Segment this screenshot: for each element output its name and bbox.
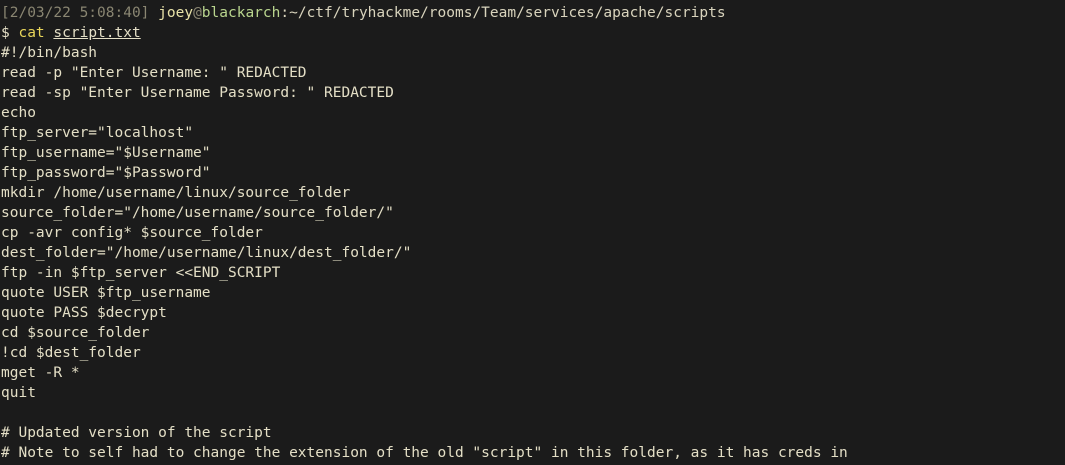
prompt-timestamp: [2/03/22 5:08:40]	[1, 5, 150, 21]
prompt-line: [2/03/22 5:08:40] joey@blackarch:~/ctf/t…	[0, 3, 1065, 23]
output-line: !cd $dest_folder	[1, 345, 141, 361]
output-line: ftp -in $ftp_server <<END_SCRIPT	[1, 265, 281, 281]
output-line: # Updated version of the script	[1, 425, 272, 441]
output-line: echo	[1, 105, 36, 121]
output-line: cd $source_folder	[1, 325, 150, 341]
output-line: dest_folder="/home/username/linux/dest_f…	[1, 245, 412, 261]
output-line: read -p "Enter Username: " REDACTED	[1, 65, 307, 81]
command-line: $ cat script.txt	[0, 23, 1065, 43]
output-line: source_folder="/home/username/source_fol…	[1, 205, 394, 221]
prompt-path: :~/ctf/tryhackme/rooms/Team/services/apa…	[280, 5, 726, 21]
prompt-at: @	[193, 5, 202, 21]
output-line: read -sp "Enter Username Password: " RED…	[1, 85, 394, 101]
output-line: cp -avr config* $source_folder	[1, 225, 263, 241]
output-line: #!/bin/bash	[1, 45, 98, 61]
output-block: #!/bin/bash read -p "Enter Username: " R…	[0, 43, 1065, 463]
output-line: mkdir /home/username/linux/source_folder	[1, 185, 351, 201]
prompt-host: blackarch	[201, 5, 281, 21]
output-line: quote USER $ftp_username	[1, 285, 211, 301]
output-line: # Note to self had to change the extensi…	[1, 445, 848, 461]
output-line: ftp_server="localhost"	[1, 125, 194, 141]
command-argument: script.txt	[53, 25, 141, 41]
prompt-symbol: $	[1, 25, 19, 41]
output-line: ftp_username="$Username"	[1, 145, 211, 161]
output-line: ftp_password="$Password"	[1, 165, 211, 181]
output-line: quit	[1, 385, 36, 401]
command-name: cat	[18, 25, 45, 41]
output-line: mget -R *	[1, 365, 80, 381]
output-line: quote PASS $decrypt	[1, 305, 167, 321]
terminal-window[interactable]: [2/03/22 5:08:40] joey@blackarch:~/ctf/t…	[0, 0, 1065, 465]
prompt-user: joey	[158, 5, 194, 21]
